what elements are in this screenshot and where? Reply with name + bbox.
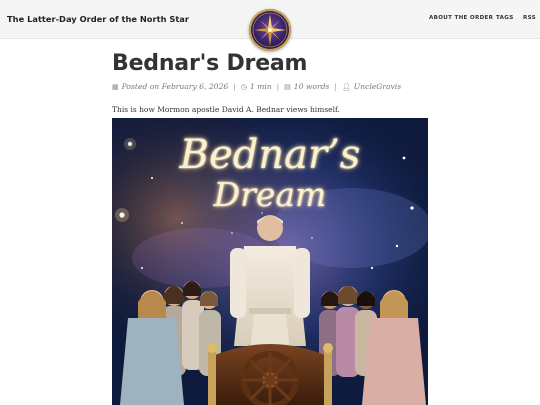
word-count: 10 words bbox=[293, 82, 330, 91]
user-icon: 👤︎ bbox=[341, 82, 351, 91]
calendar-icon: ▦ bbox=[112, 82, 119, 91]
author-link[interactable]: UncleGravis bbox=[354, 82, 401, 91]
meta-separator: | bbox=[334, 82, 337, 91]
post-intro-text: This is how Mormon apostle David A. Bedn… bbox=[112, 105, 340, 114]
post-date: Posted on February 6, 2026 bbox=[121, 82, 229, 91]
nav-link-about-the-order[interactable]: ABOUT THE ORDER bbox=[429, 15, 493, 21]
post-meta: ▦ Posted on February 6, 2026 | ◷ 1 min |… bbox=[112, 82, 401, 91]
meta-separator: | bbox=[233, 82, 236, 91]
top-navigation-bar: The Latter-Day Order of the North Star A… bbox=[0, 0, 540, 51]
meta-separator: | bbox=[276, 82, 280, 91]
site-title-link[interactable]: The Latter-Day Order of the North Star bbox=[7, 14, 189, 24]
book-icon: ▤ bbox=[284, 82, 291, 91]
image-title-line-2: Dream bbox=[213, 175, 327, 214]
post-title: Bednar's Dream bbox=[112, 51, 308, 76]
nav-link-tags[interactable]: TAGS bbox=[496, 15, 514, 21]
read-time: 1 min bbox=[249, 82, 272, 91]
clock-icon: ◷ bbox=[240, 82, 247, 91]
nav-link-rss[interactable]: RSS bbox=[523, 15, 536, 21]
compass-star-icon[interactable] bbox=[249, 9, 291, 51]
image-title-line-1: Bednar’s bbox=[179, 132, 361, 178]
post-hero-image: Bednar’s Dream bbox=[112, 118, 428, 405]
